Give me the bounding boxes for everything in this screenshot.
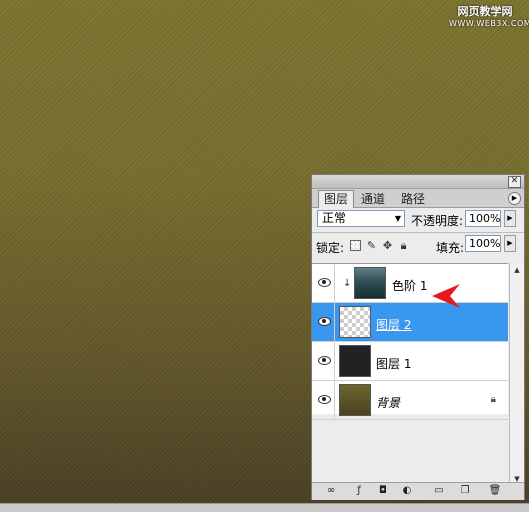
fill-field[interactable]: 100%	[465, 235, 501, 252]
layer-row-layer1[interactable]: 图层 1	[312, 342, 508, 381]
visibility-toggle[interactable]	[312, 264, 335, 302]
visibility-toggle[interactable]	[312, 303, 335, 341]
tab-paths[interactable]: 路径	[396, 191, 430, 207]
visibility-toggle[interactable]	[312, 342, 335, 380]
panel-tabs: 图层 通道 路径 ▶	[312, 189, 524, 208]
tab-channels[interactable]: 通道	[356, 191, 390, 207]
blend-mode-value: 正常	[322, 211, 347, 225]
mask-icon[interactable]: ◘	[376, 485, 390, 497]
folder-icon[interactable]: ▭	[432, 485, 446, 497]
adjustment-icon[interactable]: ◐	[400, 485, 414, 497]
layer-style-icon[interactable]: ƒ	[352, 485, 366, 497]
new-layer-icon[interactable]: ❐	[458, 485, 472, 497]
lock-move-icon[interactable]: ✥	[382, 240, 393, 251]
opacity-label: 不透明度:	[411, 214, 464, 228]
watermark: 网页教学网 WWW.WEB3X.COM	[449, 5, 529, 30]
layer-name[interactable]: 图层 2	[376, 316, 411, 333]
layer-row-levels[interactable]: ↓ 色阶 1	[312, 264, 508, 303]
watermark-line1: 网页教学网	[457, 5, 513, 18]
eye-icon	[318, 317, 331, 326]
lock-row: 锁定: ✎ ✥ 🔒︎ 填充: 100% ▶	[312, 232, 524, 255]
layer-name[interactable]: 图层 1	[376, 355, 411, 372]
scroll-up-icon[interactable]: ▲	[510, 263, 524, 277]
clip-arrow-icon: ↓	[343, 278, 352, 289]
layers-list: ↓ 色阶 1 图层 2 图层 1 背景 🔒︎	[312, 263, 508, 420]
eye-icon	[318, 278, 331, 287]
lock-transparency-icon[interactable]	[350, 240, 361, 251]
panel-menu-icon[interactable]: ▶	[508, 192, 521, 205]
layer-row-background[interactable]: 背景 🔒︎	[312, 381, 508, 420]
panel-bottom-bar: ∞ ƒ ◘ ◐ ▭ ❐ 🗑︎	[312, 482, 524, 500]
opacity-stepper[interactable]: ▶	[504, 210, 516, 227]
layer-thumbnail	[339, 384, 371, 416]
panel-titlebar[interactable]: ✕	[312, 175, 524, 189]
layer-name[interactable]: 背景	[376, 394, 400, 411]
layer-name[interactable]: 色阶 1	[392, 277, 427, 294]
tab-layers[interactable]: 图层	[318, 190, 355, 208]
visibility-toggle[interactable]	[312, 381, 335, 419]
eye-icon	[318, 356, 331, 365]
chevron-down-icon: ▼	[394, 214, 401, 223]
lock-all-icon[interactable]: 🔒︎	[398, 240, 409, 251]
blend-row: 正常 ▼ 不透明度: 100% ▶	[312, 208, 524, 230]
close-icon[interactable]: ✕	[508, 176, 521, 188]
opacity-field[interactable]: 100%	[465, 210, 501, 227]
lock-label: 锁定:	[316, 241, 345, 255]
layer-thumbnail	[339, 345, 371, 377]
trash-icon[interactable]: 🗑︎	[488, 485, 502, 497]
layers-scrollbar[interactable]: ▲ ▼	[509, 263, 524, 486]
layer-row-layer2[interactable]: 图层 2	[312, 303, 508, 342]
lock-icon: 🔒︎	[490, 394, 496, 405]
link-icon[interactable]: ∞	[324, 485, 338, 497]
layer-thumbnail	[339, 306, 371, 338]
eye-icon	[318, 395, 331, 404]
red-arrow-icon	[432, 284, 460, 308]
layers-panel: ✕ 图层 通道 路径 ▶ 正常 ▼ 不透明度: 100% ▶ 锁定: ✎ ✥ 🔒…	[311, 174, 525, 500]
watermark-line2: WWW.WEB3X.COM	[449, 19, 529, 28]
layer-thumbnail	[354, 267, 386, 299]
lock-brush-icon[interactable]: ✎	[366, 240, 377, 251]
fill-label: 填充:	[436, 241, 465, 255]
blend-mode-select[interactable]: 正常 ▼	[317, 210, 405, 227]
fill-stepper[interactable]: ▶	[504, 235, 516, 252]
